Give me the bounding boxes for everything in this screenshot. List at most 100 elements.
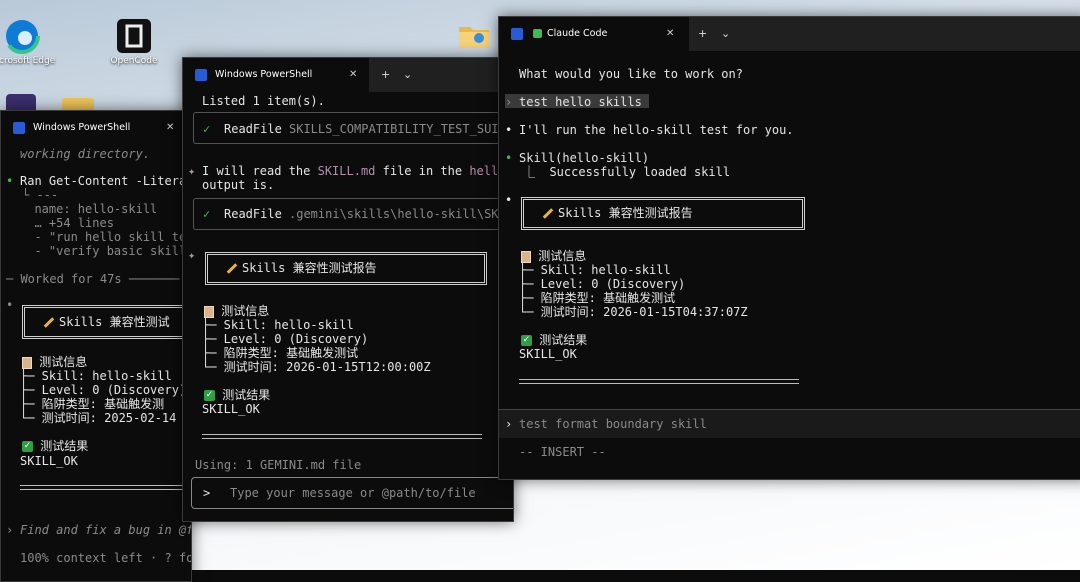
test-result-heading: ✓ 测试结果 bbox=[521, 333, 587, 347]
title-bar: Claude Code ✕ + ⌄ bbox=[499, 17, 1080, 51]
test-result-heading: ✓ 测试结果 bbox=[204, 388, 270, 402]
tree-line: ├─ Skill: hello-skill bbox=[519, 263, 671, 277]
result-value: SKILL_OK bbox=[20, 454, 78, 468]
terminal-output: Listed 1 item(s). ✓ ReadFile SKILLS_COMP… bbox=[183, 92, 513, 521]
check-icon: ✓ bbox=[203, 207, 211, 221]
worked-for-divider: ─ Worked for 47s ─────── bbox=[6, 272, 180, 286]
bullet-icon: • bbox=[505, 151, 513, 165]
output-line: Listed 1 item(s). bbox=[202, 94, 325, 108]
result-value: SKILL_OK bbox=[202, 402, 260, 416]
test-result-heading-text: 测试结果 bbox=[40, 439, 89, 453]
tab-windows-powershell[interactable]: Windows PowerShell ✕ bbox=[183, 58, 369, 92]
assistant-message: output is. bbox=[202, 178, 275, 192]
powershell-icon bbox=[511, 28, 523, 40]
assistant-message: I will read the SKILL.md file in the hel… bbox=[202, 164, 505, 178]
chevron-down-icon[interactable]: ⌄ bbox=[721, 17, 730, 51]
tab-label: Windows PowerShell bbox=[215, 69, 313, 80]
tool-call: Skill(hello-skill) bbox=[519, 151, 650, 165]
edge-icon bbox=[4, 18, 40, 54]
report-title: Skills 兼容性测试报告 bbox=[542, 206, 693, 220]
test-result-heading: ✓ 测试结果 bbox=[22, 439, 88, 453]
tool-name: ReadFile bbox=[224, 207, 282, 221]
output-line: └ --- bbox=[22, 188, 59, 202]
test-info-heading: 测试信息 bbox=[521, 249, 586, 263]
message-input[interactable]: Type your message or @path/to/file bbox=[230, 486, 476, 500]
desktop-icon-opencode[interactable]: OpenCode bbox=[98, 18, 170, 66]
tab-claude-code[interactable]: Claude Code ✕ bbox=[499, 17, 689, 51]
test-result-heading-text: 测试结果 bbox=[539, 333, 588, 347]
test-info-heading: 测试信息 bbox=[22, 355, 87, 369]
close-tab-icon[interactable]: ✕ bbox=[666, 17, 674, 51]
pencil-icon bbox=[43, 317, 55, 328]
terminal-output: working directory. • Ran Get-Content -Li… bbox=[1, 145, 191, 581]
report-title: Skills 兼容性测试 bbox=[43, 315, 170, 329]
message-input-box[interactable]: > Type your message or @path/to/file bbox=[191, 477, 513, 509]
prompt-icon: › bbox=[6, 523, 14, 537]
new-tab-button[interactable]: + bbox=[698, 17, 707, 51]
bullet-icon: • bbox=[6, 298, 14, 312]
powershell-window-back: Windows PowerShell ✕ working directory. … bbox=[0, 110, 192, 582]
clipboard-icon bbox=[22, 356, 32, 369]
check-mark-icon: ✓ bbox=[521, 335, 532, 346]
report-title-text: Skills 兼容性测试报告 bbox=[242, 261, 377, 275]
powershell-icon bbox=[195, 69, 207, 81]
clipboard-icon bbox=[204, 305, 214, 318]
output-line: - "run hello skill te bbox=[20, 230, 187, 244]
report-title-box: Skills 兼容性测试报告 bbox=[521, 197, 805, 230]
status-line: Using: 1 GEMINI.md file bbox=[195, 458, 362, 472]
tool-arg: SKILLS_COMPATIBILITY_TEST_SUIT bbox=[289, 122, 506, 136]
clipboard-icon bbox=[521, 250, 531, 263]
tree-line: ├─ 陷阱类型: 基础触发测 bbox=[20, 397, 165, 411]
message-text: I will read the bbox=[202, 164, 318, 178]
prompt-input[interactable]: test format boundary skill bbox=[519, 417, 707, 431]
test-info-heading-text: 测试信息 bbox=[221, 304, 270, 318]
test-info-heading: 测试信息 bbox=[204, 304, 269, 318]
assistant-reply: I'll run the hello-skill test for you. bbox=[519, 123, 794, 137]
test-info-heading-text: 测试信息 bbox=[538, 249, 587, 263]
tab-label: Claude Code bbox=[547, 28, 608, 39]
report-title-text: Skills 兼容性测试 bbox=[59, 315, 170, 329]
output-line: - "verify basic skill bbox=[20, 244, 187, 258]
tree-line: ├─ Skill: hello-skill bbox=[20, 369, 172, 383]
close-tab-icon[interactable]: ✕ bbox=[349, 58, 357, 92]
output-line: working directory. bbox=[20, 147, 151, 161]
sparkle-icon: ✦ bbox=[188, 164, 196, 178]
claude-icon bbox=[533, 29, 542, 38]
check-mark-icon: ✓ bbox=[22, 441, 33, 452]
folder-icon[interactable] bbox=[459, 24, 489, 48]
tool-result: ⎿ Successfully loaded skill bbox=[523, 165, 731, 179]
message-text: file in the bbox=[375, 164, 470, 178]
divider bbox=[519, 379, 799, 384]
close-tab-icon[interactable]: ✕ bbox=[166, 111, 174, 145]
pencil-icon bbox=[226, 263, 238, 274]
report-title-box: Skills 兼容性测试报告 bbox=[205, 252, 487, 285]
bullet-icon: • bbox=[505, 193, 513, 207]
opencode-icon bbox=[116, 18, 152, 54]
test-result-heading-text: 测试结果 bbox=[222, 388, 271, 402]
prompt-input[interactable]: Find and fix a bug in @filename bbox=[20, 523, 191, 537]
tool-name: ReadFile bbox=[224, 122, 282, 136]
vim-mode-indicator: -- INSERT -- bbox=[519, 445, 606, 459]
user-prompt: test hello skills bbox=[519, 95, 642, 109]
tree-line: ├─ 陷阱类型: 基础触发测试 bbox=[519, 291, 676, 305]
powershell-icon bbox=[13, 122, 25, 134]
new-tab-button[interactable]: + bbox=[381, 58, 390, 92]
greeting-text: What would you like to work on? bbox=[519, 67, 743, 81]
output-line: name: hello-skill bbox=[20, 202, 158, 216]
divider bbox=[202, 434, 482, 439]
sparkle-icon: ✦ bbox=[188, 248, 196, 262]
tree-line: ├─ Skill: hello-skill bbox=[202, 318, 354, 332]
message-filename: SKILL.md bbox=[317, 164, 376, 178]
desktop-icon-edge[interactable]: Microsoft Edge bbox=[0, 18, 58, 66]
result-value: SKILL_OK bbox=[519, 347, 577, 361]
prompt-icon: > bbox=[203, 486, 211, 500]
chevron-down-icon[interactable]: ⌄ bbox=[403, 58, 412, 92]
powershell-window-middle: Windows PowerShell ✕ + ⌄ Listed 1 item(s… bbox=[182, 57, 514, 522]
bullet-icon: • bbox=[505, 123, 513, 137]
tool-arg: .gemini\skills\hello-skill\SKI bbox=[289, 207, 506, 221]
tree-line: └─ 测试时间: 2025-02-14 bbox=[20, 411, 177, 425]
desktop-icon-label: Microsoft Edge bbox=[0, 56, 56, 66]
tab-windows-powershell[interactable]: Windows PowerShell ✕ bbox=[1, 111, 183, 145]
pencil-icon bbox=[542, 208, 554, 219]
tree-line: ├─ Level: 0 (Discovery) bbox=[20, 383, 187, 397]
